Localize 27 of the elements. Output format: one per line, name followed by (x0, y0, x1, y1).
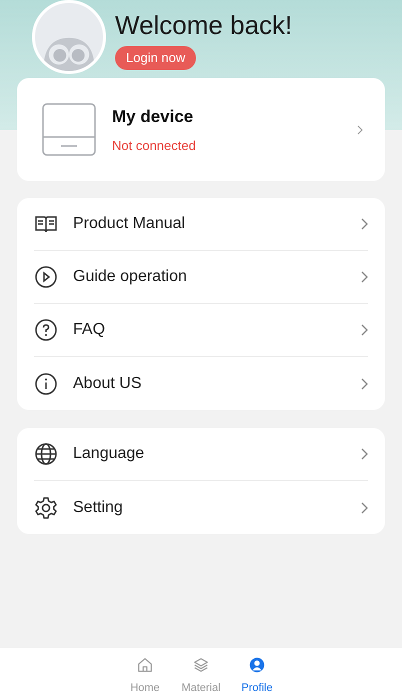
home-icon (136, 656, 154, 674)
chevron-icon (357, 124, 363, 134)
menu-item[interactable]: FAQ (73, 318, 361, 342)
menu-item[interactable]: Setting (73, 496, 361, 520)
globe-icon (34, 442, 58, 466)
chevron-icon (361, 378, 368, 390)
user-icon (248, 656, 266, 674)
play-icon (34, 265, 58, 289)
menu-item[interactable]: About US (73, 372, 361, 396)
info-icon (34, 372, 58, 396)
device-icon (42, 103, 96, 156)
chevron-icon (361, 502, 368, 514)
help-icon (34, 318, 58, 342)
settings-icon (34, 496, 58, 520)
chevron-icon (361, 448, 368, 460)
menu-item[interactable]: Product Manual (73, 212, 361, 236)
device-card[interactable]: My device Not connected (17, 78, 385, 181)
chevron-icon (361, 218, 368, 230)
device-name: My device (112, 106, 194, 128)
device-status: Not connected (112, 136, 197, 154)
layers-icon (192, 656, 210, 674)
menu-item[interactable]: Language (73, 442, 361, 466)
chevron-icon (361, 324, 368, 336)
menu-item[interactable]: Guide operation (73, 265, 361, 289)
welcome-title: Welcome back! (115, 9, 292, 41)
tab[interactable]: Profile (239, 656, 275, 700)
chevron-icon (361, 271, 368, 283)
